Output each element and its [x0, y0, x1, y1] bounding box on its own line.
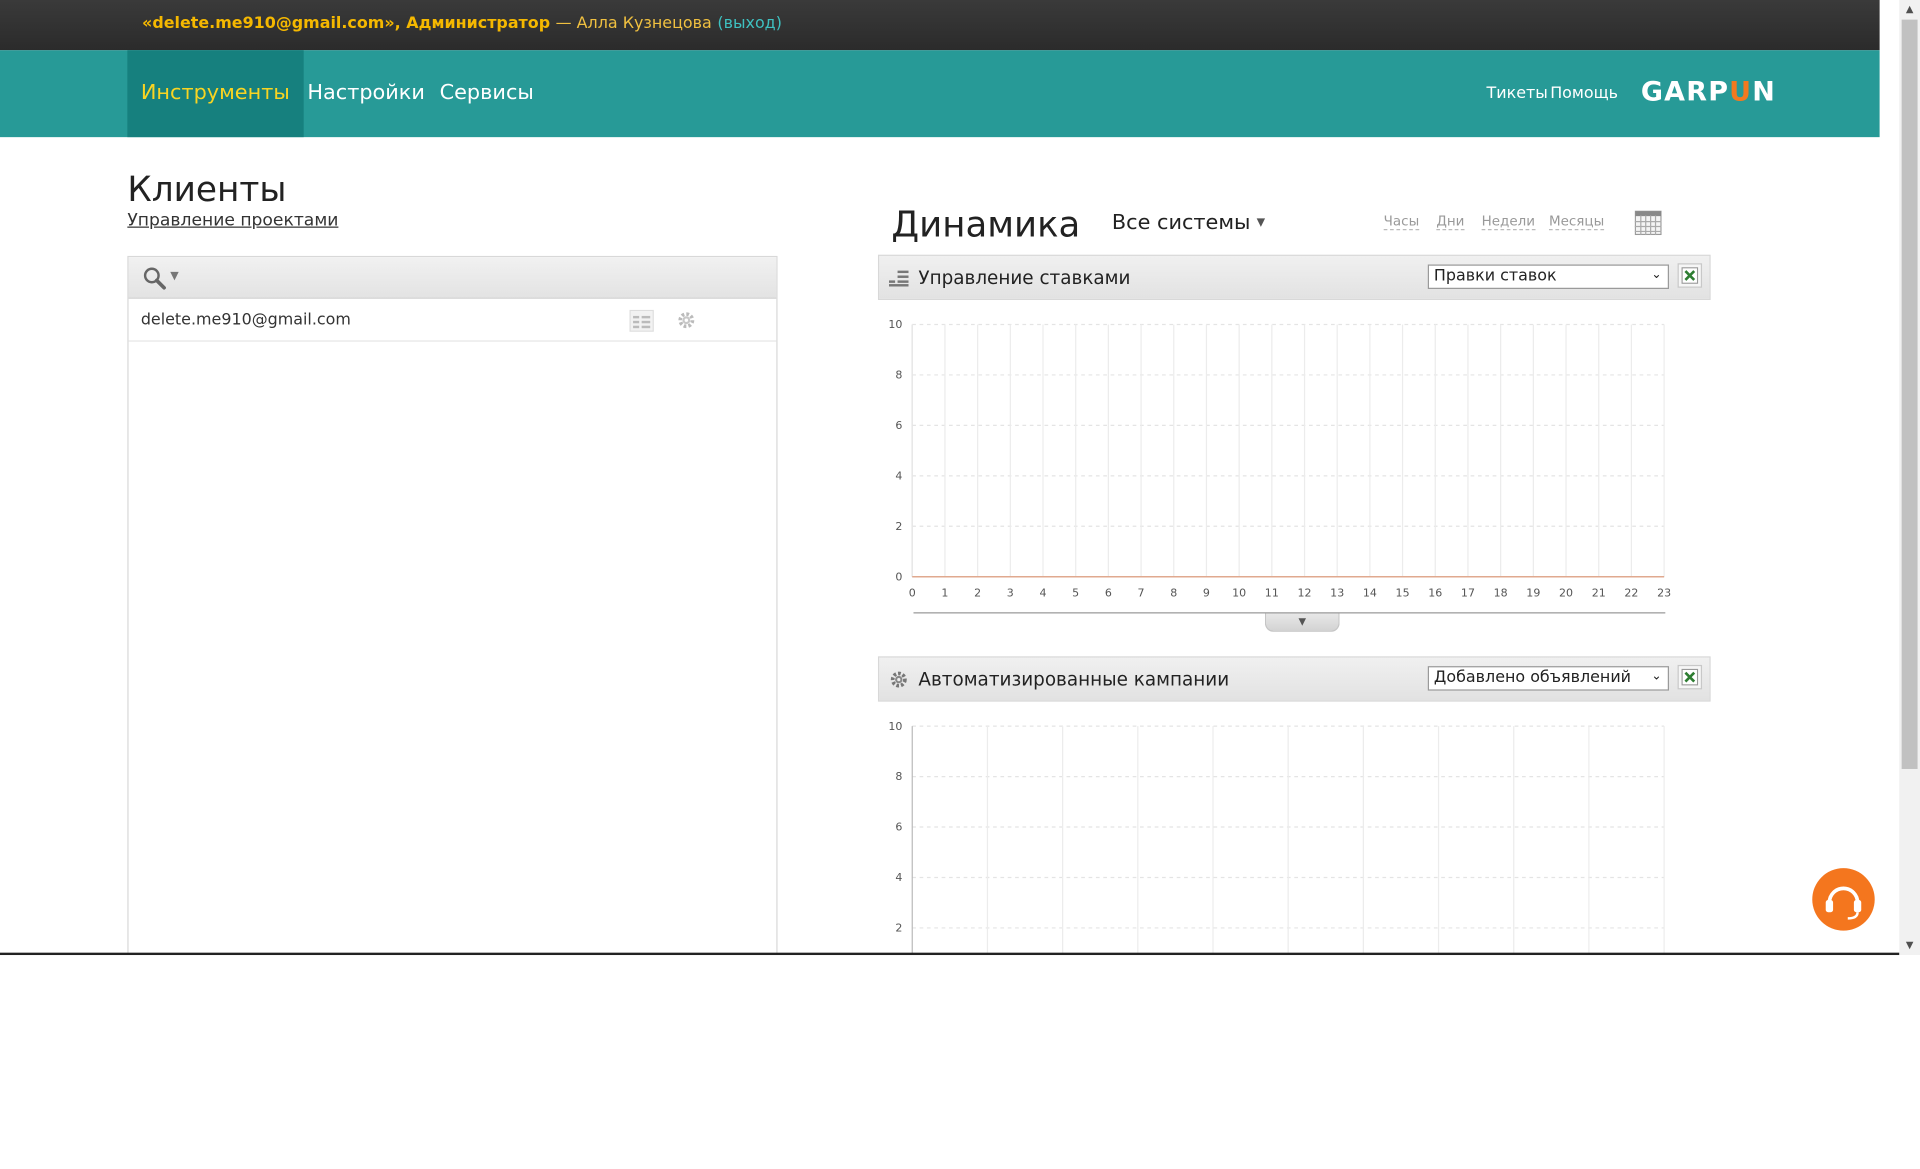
y-tick-label: 4	[895, 470, 902, 483]
x-tick-label: 15	[1396, 586, 1410, 599]
nav-settings[interactable]: Настройки	[307, 50, 425, 137]
x-tick-label: 16	[1428, 586, 1442, 599]
main-nav: Инструменты Настройки Сервисы Тикеты Пом…	[0, 50, 1880, 138]
metric-select[interactable]: Добавлено объявлений ⌄	[1427, 666, 1669, 691]
x-tick-label: 13	[1330, 586, 1344, 599]
y-tick-label: 10	[888, 720, 902, 733]
x-tick-label: 6	[1105, 586, 1112, 599]
period-days[interactable]: Дни	[1436, 213, 1465, 231]
x-tick-label: 2	[974, 586, 981, 599]
search-icon[interactable]	[142, 266, 166, 290]
x-tick-label: 5	[1072, 586, 1079, 599]
x-tick-label: 0	[909, 586, 916, 599]
nav-tools[interactable]: Инструменты	[127, 50, 304, 138]
x-tick-label: 12	[1298, 586, 1312, 599]
account-label: «delete.me910@gmail.com», Администратор	[142, 14, 551, 34]
projects-link[interactable]: Управление проектами	[127, 211, 338, 231]
scroll-down-arrow[interactable]: ▼	[1899, 936, 1920, 956]
logout-link[interactable]: (выход)	[717, 15, 782, 33]
support-chat-button[interactable]	[1812, 868, 1875, 931]
headset-icon	[1825, 886, 1862, 920]
table-row[interactable]: delete.me910@gmail.com	[128, 299, 777, 342]
bid-chart: 02468100 1 2 3 4 5 6 7 8 9 10 11 12 13 14 15 16 17 18 19 20 2…	[888, 318, 1671, 599]
scroll-up-arrow[interactable]: ▲	[1899, 0, 1920, 20]
calendar-icon[interactable]	[1634, 210, 1662, 236]
panel-title: Управление ставками	[918, 266, 1131, 289]
chevron-down-icon: ⌄	[1651, 268, 1662, 282]
x-tick-label: 7	[1138, 586, 1145, 599]
x-tick-label: 3	[1007, 586, 1014, 599]
nav-tickets[interactable]: Тикеты	[1487, 84, 1548, 102]
x-tick-label: 10	[1232, 586, 1246, 599]
panel-title: Автоматизированные кампании	[918, 668, 1230, 691]
page: «delete.me910@gmail.com», Администратор …	[0, 0, 1920, 956]
y-tick-label: 2	[895, 922, 902, 935]
chevron-down-icon[interactable]: ▼	[170, 271, 178, 283]
y-tick-label: 8	[895, 770, 902, 783]
x-tick-label: 17	[1461, 586, 1475, 599]
collapse-chart-button[interactable]: ▼	[1264, 613, 1340, 632]
systems-label: Все системы	[1111, 210, 1251, 236]
y-tick-label: 10	[888, 318, 902, 331]
x-tick-label: 18	[1494, 586, 1508, 599]
excel-export-icon[interactable]	[1677, 664, 1703, 690]
y-tick-label: 6	[895, 419, 902, 432]
x-tick-label: 1	[941, 586, 948, 599]
clients-title: Клиенты	[127, 168, 287, 210]
bid-management-panel: Управление ставками Правки ставок ⌄	[877, 254, 1711, 301]
x-tick-label: 21	[1592, 586, 1606, 599]
y-tick-label: 6	[895, 821, 902, 834]
nav-services[interactable]: Сервисы	[440, 50, 534, 137]
x-tick-label: 22	[1624, 586, 1638, 599]
x-tick-label: 19	[1526, 586, 1540, 599]
x-tick-label: 11	[1265, 586, 1279, 599]
chevron-down-icon: ▼	[1298, 615, 1307, 627]
campaigns-chart: 2 4 6 8 10	[888, 720, 1665, 956]
client-list: ▼ delete.me910@gmail.com	[127, 255, 778, 956]
gear-icon	[890, 671, 907, 688]
page-scrollbar[interactable]: ▲ ▼	[1899, 0, 1920, 956]
x-tick-label: 23	[1657, 586, 1671, 599]
metric-select-value: Добавлено объявлений	[1433, 668, 1632, 687]
y-tick-label: 0	[895, 570, 902, 583]
period-weeks[interactable]: Недели	[1481, 213, 1536, 231]
account-info: «delete.me910@gmail.com», Администратор …	[142, 15, 782, 33]
bars-icon	[888, 270, 909, 287]
x-tick-label: 8	[1170, 586, 1177, 599]
period-hours[interactable]: Часы	[1383, 213, 1420, 231]
excel-export-icon[interactable]	[1677, 263, 1703, 288]
nav-help[interactable]: Помощь	[1550, 84, 1618, 102]
systems-dropdown[interactable]: Все системы ▼	[1112, 211, 1265, 235]
metric-select[interactable]: Правки ставок ⌄	[1427, 264, 1669, 289]
chevron-down-icon: ▼	[1256, 216, 1266, 229]
client-list-header: ▼	[128, 257, 777, 299]
x-tick-label: 9	[1203, 586, 1210, 599]
report-icon[interactable]	[629, 309, 654, 332]
y-tick-label: 2	[895, 520, 902, 533]
automated-campaigns-panel: Автоматизированные кампании Добавлено об…	[877, 656, 1711, 702]
x-tick-label: 14	[1363, 586, 1377, 599]
dynamics-title: Динамика	[891, 203, 1081, 245]
y-tick-label: 4	[895, 871, 902, 884]
garpun-logo[interactable]: GARPUN	[1641, 77, 1776, 108]
chevron-down-icon: ⌄	[1651, 669, 1662, 684]
user-name: — Алла Кузнецова	[555, 14, 712, 34]
scrollbar-thumb[interactable]	[1901, 19, 1918, 769]
period-months[interactable]: Месяцы	[1548, 213, 1605, 231]
metric-select-value: Правки ставок	[1433, 266, 1557, 286]
x-tick-label: 4	[1039, 586, 1046, 599]
x-tick-label: 20	[1559, 586, 1573, 599]
top-bar: «delete.me910@gmail.com», Администратор …	[0, 0, 1880, 51]
client-email[interactable]: delete.me910@gmail.com	[141, 311, 351, 329]
gear-icon[interactable]	[676, 310, 697, 331]
y-tick-label: 8	[895, 369, 902, 382]
